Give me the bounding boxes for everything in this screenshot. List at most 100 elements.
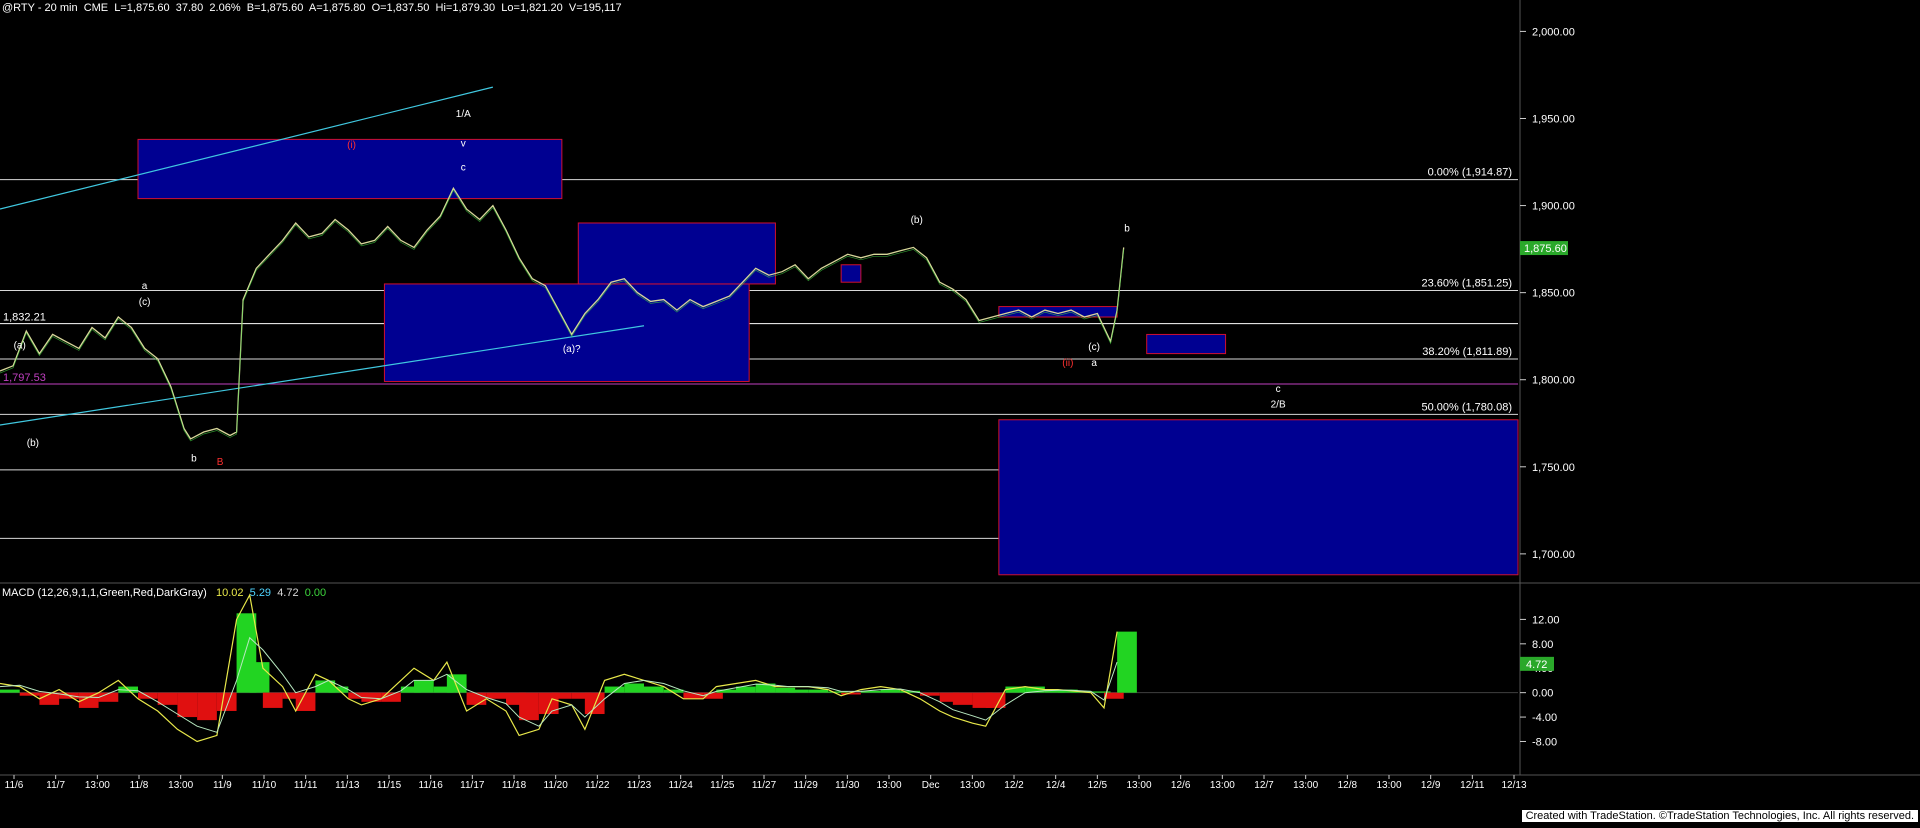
macd-histogram-bar [880,689,901,693]
exchange-label: CME [83,2,109,14]
macd-label: MACD (12,26,9,1,1,Green,Red,DarkGray) [2,587,207,599]
time-axis-label: 13:00 [1293,780,1318,791]
time-axis-label: 11/18 [502,780,527,791]
macd-histogram-bar [197,692,217,721]
time-axis-label: 13:00 [876,780,901,791]
time-axis-label: 12/6 [1171,780,1191,791]
wave-label: c [1276,384,1281,395]
fib-level-label: 0.00% (1,914.87) [1428,167,1512,179]
wave-label: a [1091,358,1097,369]
time-axis-label: 11/29 [794,780,819,791]
wave-label: b [191,454,197,465]
macd-value-1: 10.02 [215,587,244,599]
price-axis-label: 1,700.00 [1532,549,1575,561]
time-axis-label: Dec [922,780,940,791]
ask-price: A=1,875.80 [308,2,366,14]
macd-value-4: 0.00 [304,587,327,599]
time-axis-label: 11/11 [294,780,318,791]
time-axis-label: 12/8 [1338,780,1358,791]
chart-window: 2,000.00 1,950.00 1,900.00 1,850.00 1,800.00… [0,0,1920,823]
time-axis-label: 11/17 [460,780,485,791]
wave-label: B [217,457,224,468]
time-axis-label: 11/24 [669,780,694,791]
macd-axis-label: -8.00 [1532,736,1557,748]
macd-axis-label: -4.00 [1532,712,1557,724]
time-axis-label: 12/2 [1004,780,1024,791]
macd-histogram-bar [414,680,434,693]
macd-axis-label: 8.00 [1532,639,1553,651]
wave-label: v [461,138,466,149]
macd-histogram-bar [486,692,506,699]
fib-level-label: 23.60% (1,851.25) [1421,277,1512,289]
chart-header: @RTY - 20 min CME L=1,875.60 37.80 2.06%… [2,2,622,14]
time-axis-label: 12/5 [1088,780,1108,791]
macd-axis-label: 12.00 [1532,614,1560,626]
time-axis-label: 12/4 [1046,780,1066,791]
time-axis-label: 12/11 [1460,780,1485,791]
macd-histogram-bar [157,692,178,705]
fib-level-label: 38.20% (1,811.89) [1422,346,1512,358]
time-axis-label: 13:00 [1126,780,1151,791]
time-axis-label: 11/30 [835,780,860,791]
time-axis-label: 11/7 [46,780,65,791]
macd-histogram-bar [788,689,809,693]
wave-label: (a) [14,340,26,351]
wave-label: a [142,281,148,292]
macd-axis-label: 0.00 [1532,688,1553,700]
macd-histogram-bar [552,692,572,699]
time-axis-label: 11/15 [377,780,402,791]
price-axis-label: 1,750.00 [1532,462,1575,474]
wave-label: (ii) [1062,358,1073,369]
wave-label: (c) [139,297,151,308]
time-axis-label: 11/8 [130,780,149,791]
open-price: O=1,837.50 [371,2,430,14]
macd-histogram-bar [216,692,237,711]
fib-level-label: 50.00% (1,780.08) [1421,401,1512,413]
time-axis-label: 13:00 [168,780,193,791]
macd-histogram-bar [249,662,270,693]
time-axis-label: 11/20 [544,780,569,791]
low-price: Lo=1,821.20 [501,2,563,14]
macd-histogram-bar [177,692,198,718]
macd-histogram-bar [262,692,283,708]
target-zone-box [1146,333,1227,355]
target-zone-box [577,222,776,285]
time-axis-label: 11/23 [627,780,652,791]
price-axis-label: 1,900.00 [1532,201,1575,213]
wave-label: (a)? [563,344,581,355]
time-axis-label: 11/22 [585,780,610,791]
footer-credit: Created with TradeStation. ©TradeStation… [1521,810,1918,822]
macd-histogram-bar [0,689,20,693]
change-pct: 2.06% [209,2,241,14]
reference-line-label: 1,797.53 [3,372,46,384]
wave-label: (c) [1088,342,1100,353]
wave-label: 2/B [1271,400,1286,411]
price-chart[interactable]: 2,000.00 1,950.00 1,900.00 1,850.00 1,800.00… [0,0,1920,823]
macd-histogram-bar [808,689,828,693]
target-zone-box [840,264,862,283]
last-price-label: 1,875.60 [1524,243,1567,255]
macd-value-3: 4.72 [277,587,299,599]
volume-label: V=195,117 [568,2,622,14]
price-axis-label: 1,950.00 [1532,113,1575,125]
macd-header: MACD (12,26,9,1,1,Green,Red,DarkGray) 10… [2,587,326,599]
macd-histogram-bar [644,686,664,693]
macd-histogram-bar [519,692,539,721]
macd-last-label: 4.72 [1526,659,1547,671]
target-zone-box [998,419,1519,576]
time-axis-label: 11/25 [710,780,735,791]
wave-label: b [1124,224,1130,235]
wave-label: (b) [911,215,923,226]
price-axis-label: 1,800.00 [1532,375,1575,387]
macd-histogram-bar [1117,631,1137,693]
time-axis-label: 13:00 [1210,780,1235,791]
last-price: L=1,875.60 [114,2,170,14]
time-axis-label: 11/10 [252,780,277,791]
macd-histogram-bar [138,692,158,699]
time-axis-label: 11/13 [335,780,360,791]
wave-label: (i) [347,140,356,151]
macd-histogram-bar [1090,691,1111,693]
time-axis-label: 11/9 [213,780,232,791]
time-axis-label: 13:00 [1376,780,1401,791]
macd-histogram-bar [295,692,316,711]
